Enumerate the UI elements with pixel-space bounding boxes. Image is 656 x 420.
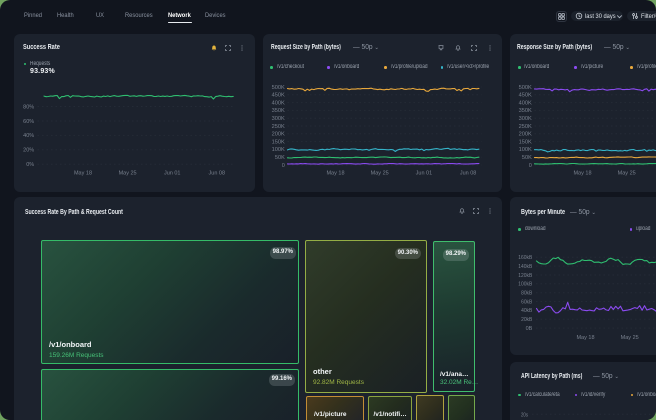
svg-text:140kB: 140kB — [518, 264, 532, 270]
svg-text:450K: 450K — [518, 93, 532, 99]
svg-text:May 18: May 18 — [576, 335, 594, 341]
svg-text:May 25: May 25 — [617, 171, 635, 177]
svg-text:200K: 200K — [271, 132, 285, 138]
svg-text:60kB: 60kB — [521, 299, 532, 305]
svg-text:20%: 20% — [23, 148, 34, 154]
svg-text:80%: 80% — [23, 104, 34, 110]
svg-text:May 18: May 18 — [326, 171, 344, 177]
svg-text:80kB: 80kB — [521, 291, 532, 297]
svg-text:40%: 40% — [23, 133, 34, 139]
svg-text:0: 0 — [281, 163, 284, 169]
svg-text:500K: 500K — [518, 85, 532, 91]
svg-text:0B: 0B — [525, 326, 532, 332]
svg-text:50K: 50K — [274, 155, 284, 161]
svg-text:60%: 60% — [23, 119, 34, 125]
svg-text:400K: 400K — [271, 100, 285, 106]
svg-text:300K: 300K — [271, 116, 285, 122]
svg-text:100K: 100K — [518, 147, 532, 153]
svg-text:120kB: 120kB — [518, 273, 532, 279]
svg-text:160kB: 160kB — [518, 255, 532, 261]
svg-text:50K: 50K — [521, 155, 531, 161]
svg-text:May 18: May 18 — [74, 171, 92, 177]
svg-text:200K: 200K — [518, 132, 532, 138]
svg-text:250K: 250K — [271, 124, 285, 130]
svg-text:300K: 300K — [518, 116, 532, 122]
svg-text:150K: 150K — [271, 139, 285, 145]
svg-text:350K: 350K — [518, 108, 532, 114]
svg-text:100K: 100K — [271, 147, 285, 153]
svg-text:Jun 08: Jun 08 — [459, 171, 476, 177]
svg-text:May 25: May 25 — [620, 335, 638, 341]
svg-text:Jun 01: Jun 01 — [164, 171, 181, 177]
svg-text:450K: 450K — [271, 93, 285, 99]
svg-text:May 18: May 18 — [573, 171, 591, 177]
svg-text:20kB: 20kB — [521, 317, 532, 323]
svg-text:250K: 250K — [518, 124, 532, 130]
svg-text:500K: 500K — [271, 85, 285, 91]
svg-text:0%: 0% — [26, 162, 34, 168]
svg-text:400K: 400K — [518, 100, 532, 106]
svg-text:Jun 08: Jun 08 — [209, 171, 226, 177]
svg-text:40kB: 40kB — [521, 308, 532, 314]
svg-text:150K: 150K — [518, 139, 532, 145]
svg-text:Jun 01: Jun 01 — [415, 171, 432, 177]
svg-text:May 25: May 25 — [119, 171, 137, 177]
svg-text:0: 0 — [528, 163, 531, 169]
svg-text:20s: 20s — [521, 412, 528, 418]
svg-text:350K: 350K — [271, 108, 285, 114]
svg-text:May 25: May 25 — [370, 171, 388, 177]
svg-text:100kB: 100kB — [518, 282, 532, 288]
